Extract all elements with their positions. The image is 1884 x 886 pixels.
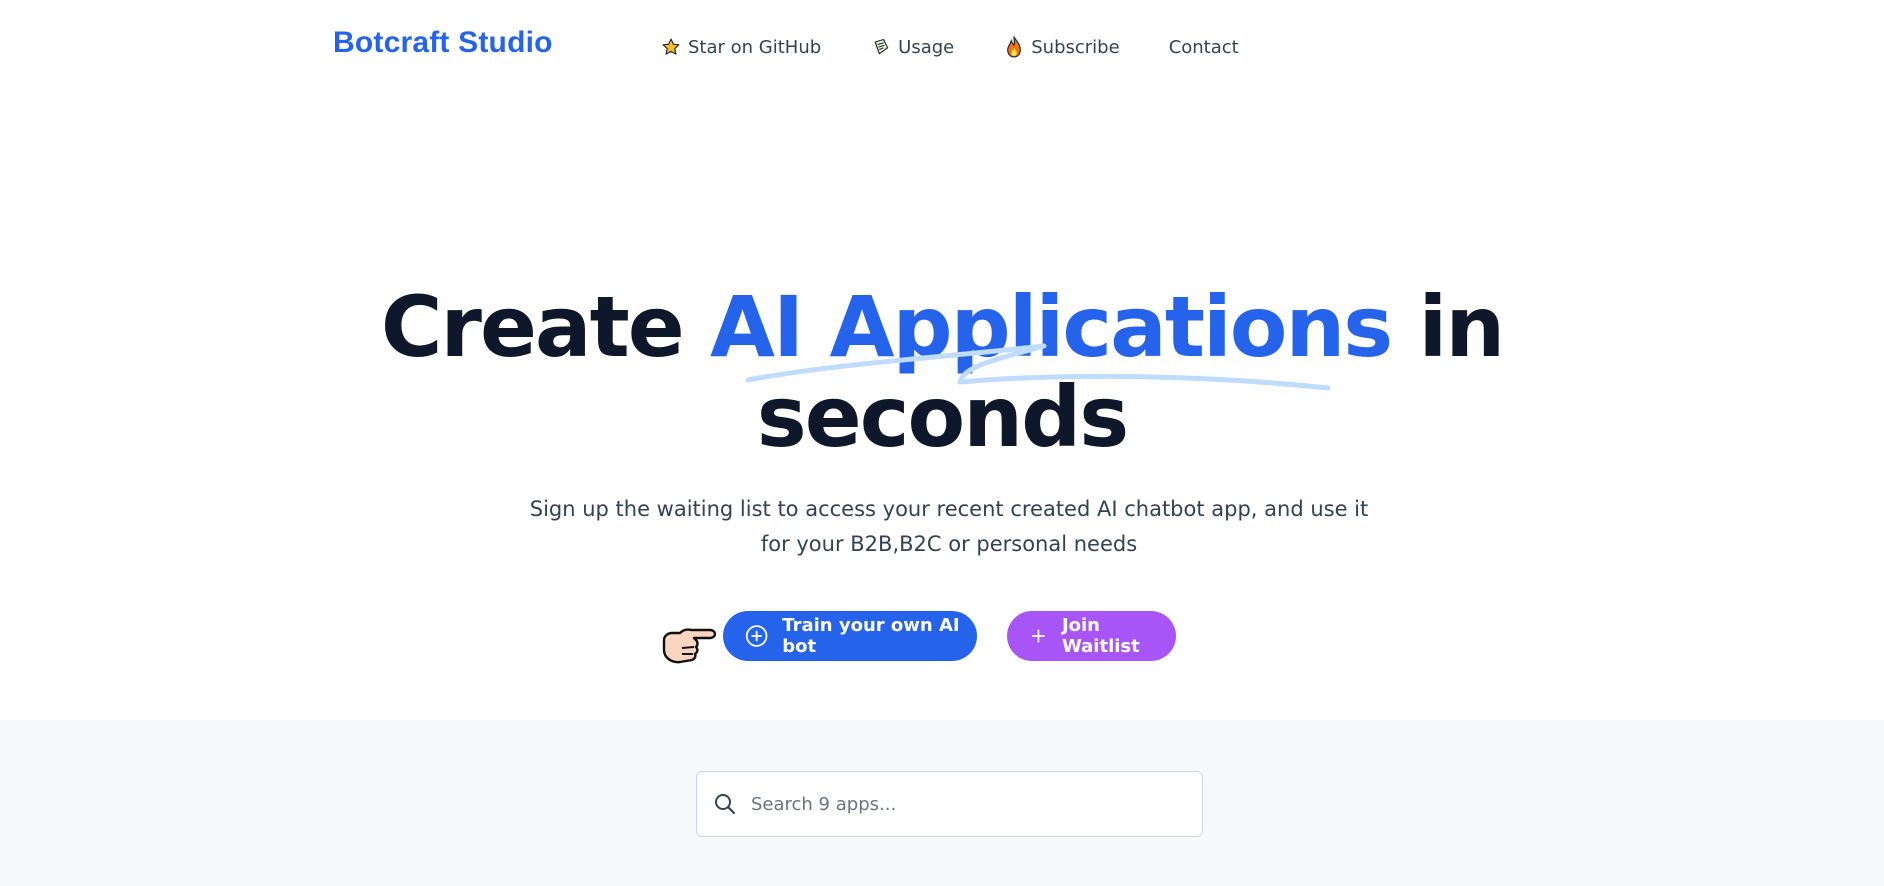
hero-title-accent: AI Applications <box>709 278 1393 376</box>
nav-contact[interactable]: Contact <box>1169 36 1239 58</box>
nav-usage[interactable]: Usage <box>870 36 954 58</box>
train-ai-bot-label: Train your own AI bot <box>782 615 960 657</box>
join-waitlist-button[interactable]: Join Waitlist <box>1007 611 1176 661</box>
train-ai-bot-button[interactable]: Train your own AI bot <box>723 611 977 661</box>
fire-icon <box>1003 36 1025 58</box>
nav-star-github[interactable]: Star on GitHub <box>660 36 821 58</box>
top-nav: Star on GitHub Usage Subscribe Contact <box>660 36 1239 58</box>
brand-logo[interactable]: Botcraft Studio <box>333 26 553 60</box>
hero-subtitle: Sign up the waiting list to access your … <box>529 497 1369 556</box>
hero-title: Create AI Applications in seconds <box>0 282 1884 462</box>
hero-title-start: Create <box>380 278 710 376</box>
hero-title-line2: seconds <box>756 368 1129 466</box>
nav-label: Subscribe <box>1031 36 1120 58</box>
nav-subscribe[interactable]: Subscribe <box>1003 36 1120 58</box>
search-input[interactable] <box>751 793 1181 815</box>
pointing-hand-icon <box>662 628 716 664</box>
scroll-icon <box>870 36 892 58</box>
plus-icon <box>1032 629 1045 643</box>
search-apps-field[interactable] <box>696 771 1203 837</box>
site-header: Botcraft Studio Star on GitHub Usage Sub… <box>0 0 1884 96</box>
nav-label: Contact <box>1168 36 1239 58</box>
join-waitlist-label: Join Waitlist <box>1061 615 1140 657</box>
search-icon <box>715 794 736 815</box>
star-icon <box>660 36 682 58</box>
plus-circle-icon <box>745 625 768 647</box>
hero-title-end: in <box>1391 278 1506 376</box>
nav-label: Usage <box>898 36 955 58</box>
nav-label: Star on GitHub <box>688 36 822 58</box>
